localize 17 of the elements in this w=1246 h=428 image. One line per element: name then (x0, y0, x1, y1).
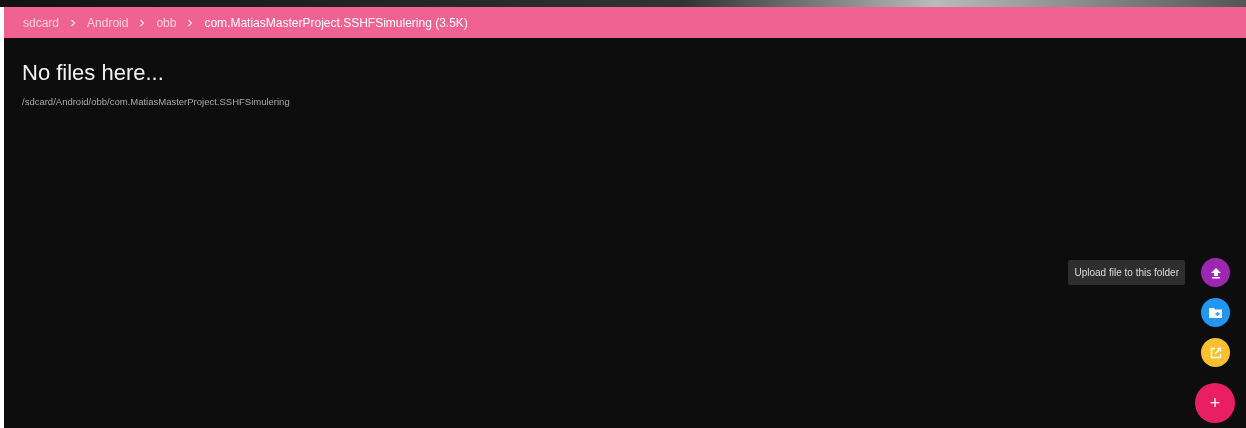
tooltip: Upload file to this folder (1068, 260, 1185, 285)
chevron-icon (139, 18, 146, 27)
breadcrumb-link[interactable]: com.MatiasMasterProject.SSHFSimulering (3.5K) (204, 15, 468, 30)
folder-icon (1209, 307, 1222, 318)
chevron-icon (70, 18, 77, 27)
breadcrumb-link[interactable]: Android (87, 15, 129, 30)
add-button[interactable]: + (1195, 383, 1235, 423)
new-folder-button[interactable] (1201, 298, 1230, 327)
edit-icon (1209, 346, 1222, 359)
empty-heading: No files here... (22, 60, 165, 86)
breadcrumb-link[interactable]: obb (156, 15, 177, 30)
new-file-button[interactable] (1201, 338, 1230, 367)
breadcrumb-link[interactable]: sdcard (23, 15, 60, 30)
upload-button[interactable] (1201, 258, 1230, 287)
chevron-icon (187, 18, 194, 27)
folder-path: /sdcard/Android/obb/com.MatiasMasterProject.SSHFSimulering (22, 96, 291, 107)
upload-icon (1209, 266, 1222, 279)
